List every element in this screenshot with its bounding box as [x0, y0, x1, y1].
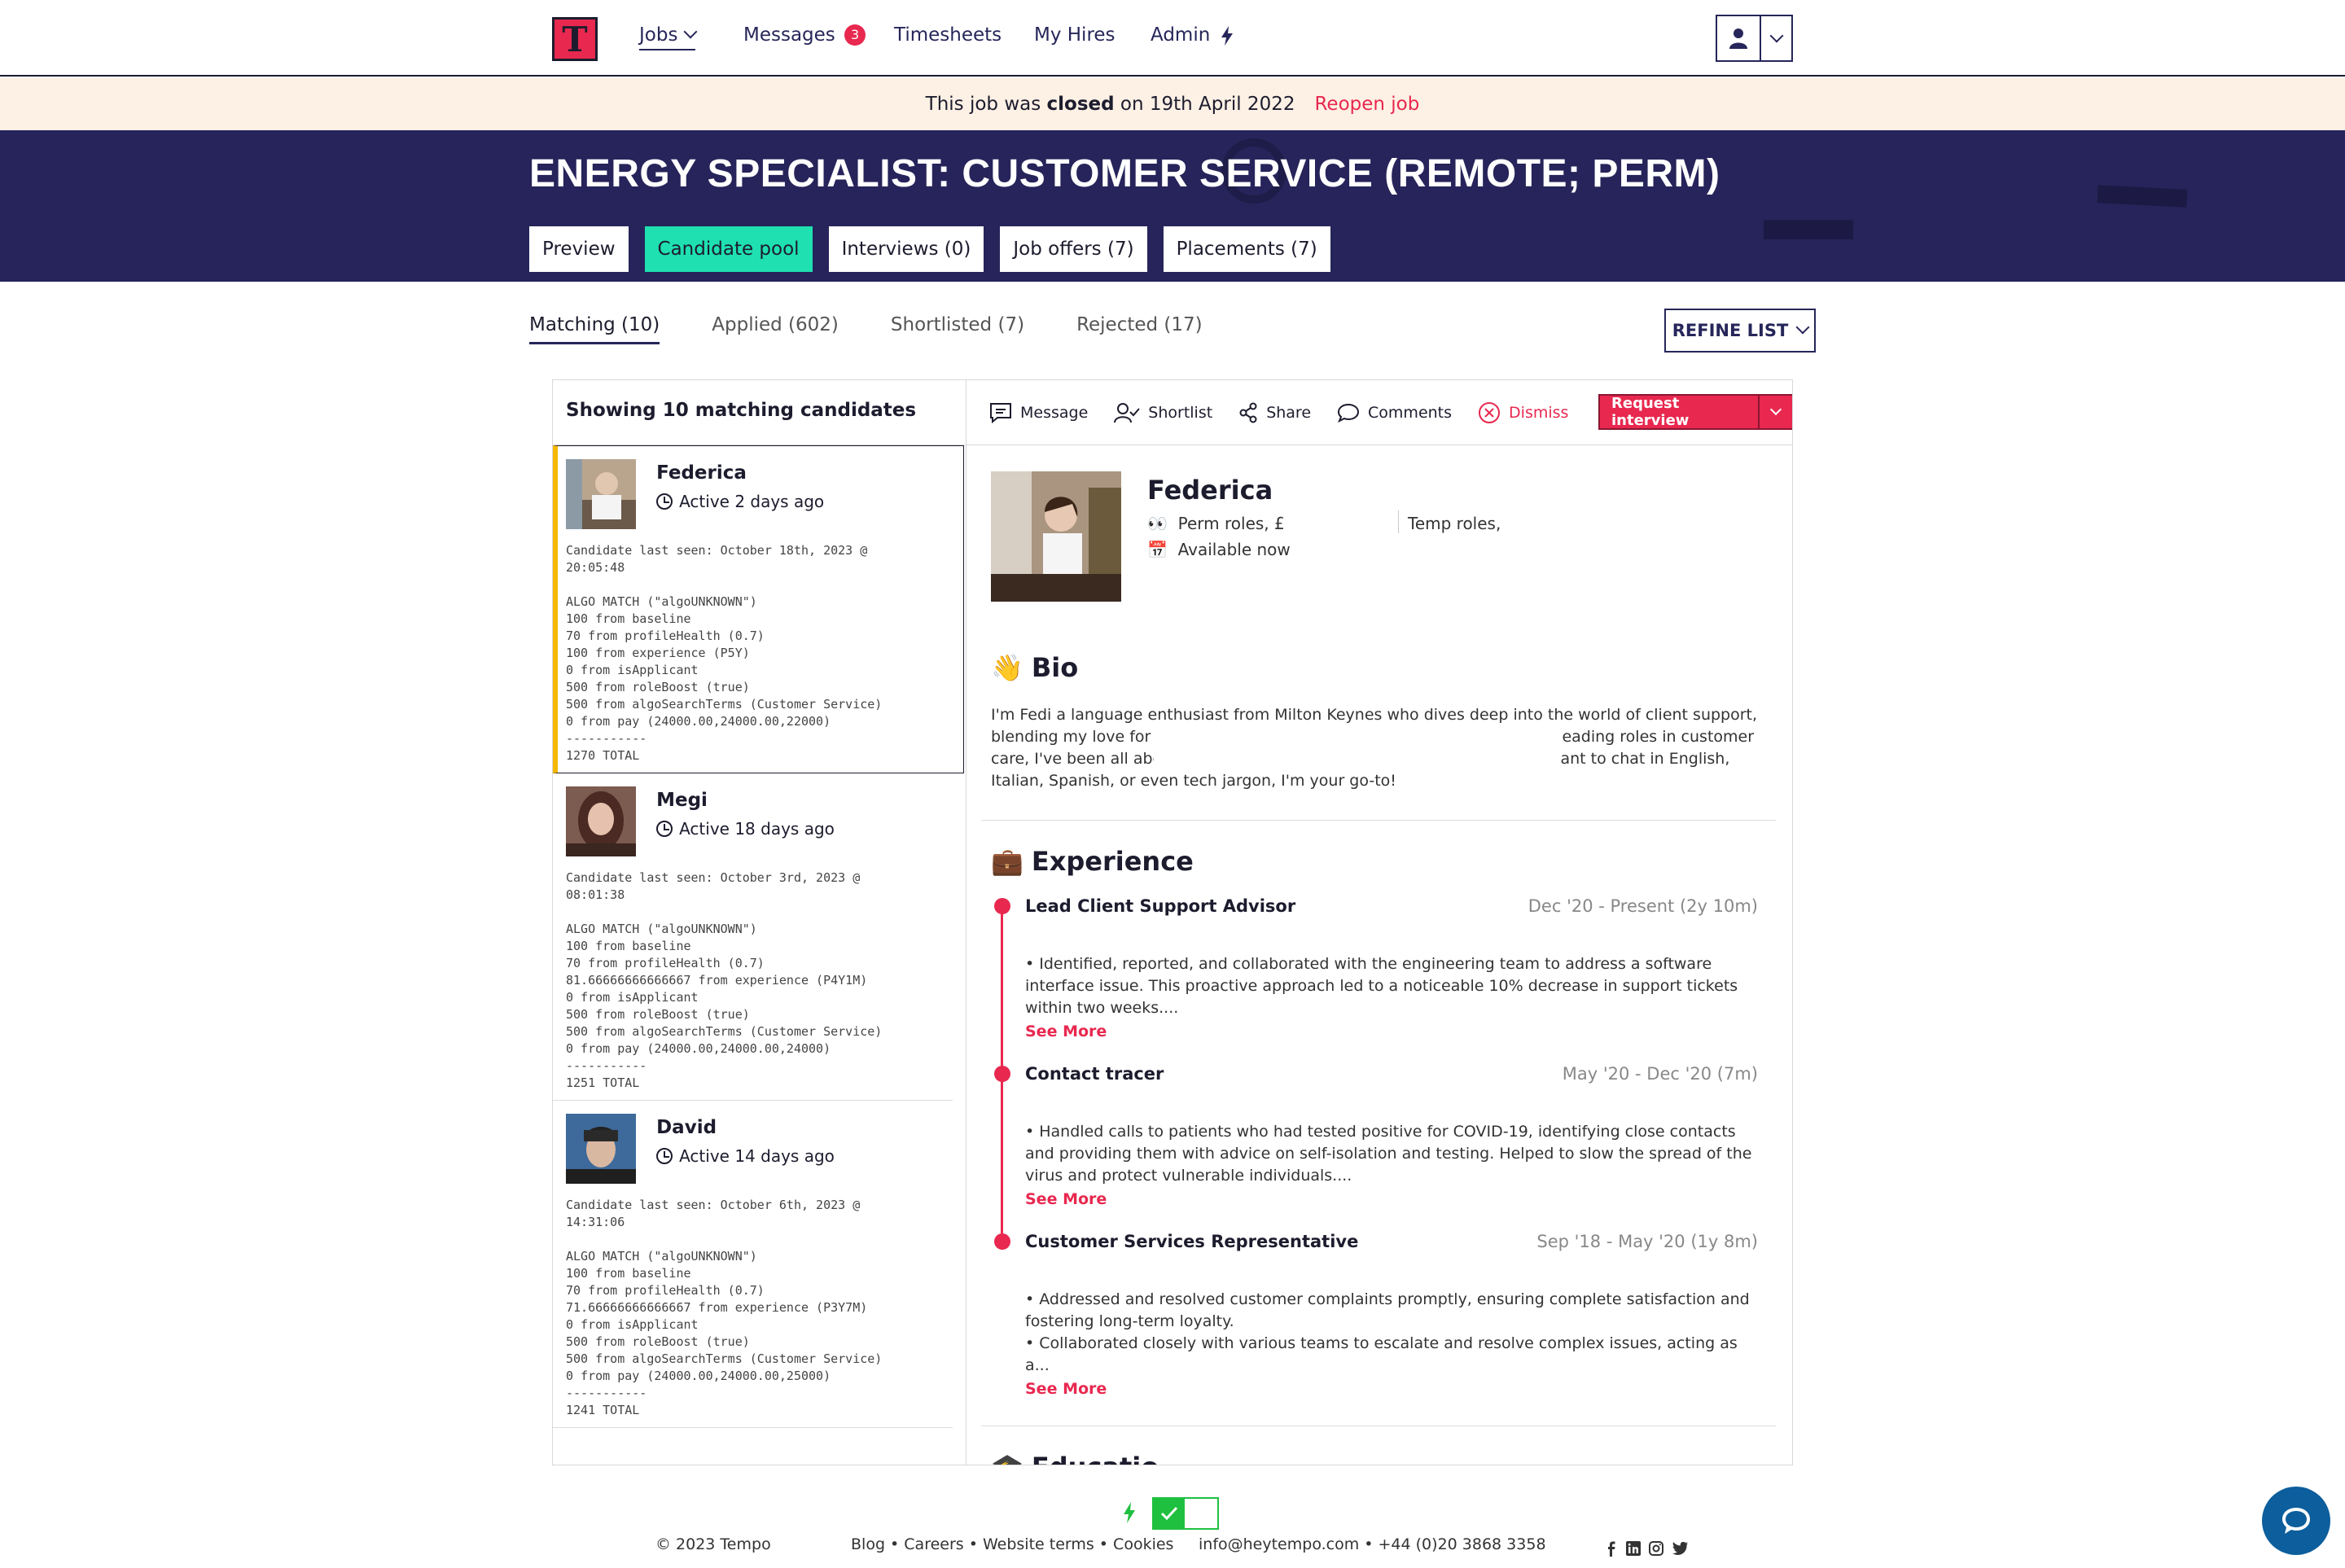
share-button[interactable]: Share [1238, 402, 1311, 423]
last-active: Active 18 days ago [679, 819, 835, 839]
reopen-job-link[interactable]: Reopen job [1314, 94, 1419, 115]
experience-item: Customer Services Representative Sep '18… [994, 1232, 1758, 1398]
tab-placements[interactable]: Placements (7) [1163, 226, 1330, 272]
job-header: ENERGY SPECIALIST: CUSTOMER SERVICE (REM… [0, 130, 2345, 282]
job-title: ENERGY SPECIALIST: CUSTOMER SERVICE (REM… [529, 152, 1720, 195]
twitter-icon[interactable] [1671, 1540, 1689, 1557]
candidate-panel: Showing 10 matching candidates Federica … [552, 379, 1793, 1465]
list-heading: Showing 10 matching candidates [553, 380, 966, 445]
subtab-applied[interactable]: Applied (602) [712, 314, 839, 344]
social-links [1604, 1540, 1689, 1557]
chat-launcher[interactable] [2262, 1487, 2330, 1555]
request-interview-group: Request interview [1598, 394, 1792, 430]
subtab-matching[interactable]: Matching (10) [529, 314, 660, 344]
profile-name: Federica [1147, 475, 1273, 506]
comment-icon [1338, 403, 1360, 423]
candidate-name: Federica [656, 462, 747, 484]
candidate-detail: Message Shortlist Share Comments Dismiss… [966, 380, 1792, 1465]
facebook-icon[interactable] [1604, 1540, 1619, 1557]
nav-messages[interactable]: Messages 3 [743, 24, 866, 47]
algo-debug: Candidate last seen: October 3rd, 2023 @… [566, 870, 883, 1090]
wave-icon: 👋 [991, 652, 1023, 683]
tab-candidate-pool[interactable]: Candidate pool [644, 226, 813, 272]
algo-debug: Candidate last seen: October 18th, 2023 … [566, 543, 883, 763]
feature-toggle[interactable] [1152, 1497, 1219, 1530]
last-active: Active 14 days ago [679, 1146, 835, 1166]
availability: 📅 Available now [1147, 540, 1291, 559]
tab-interviews[interactable]: Interviews (0) [828, 226, 984, 272]
nav-my-hires[interactable]: My Hires [1034, 24, 1116, 46]
candidate-name: Megi [656, 790, 708, 811]
share-icon [1239, 402, 1257, 423]
user-check-icon [1114, 402, 1141, 423]
candidate-card[interactable]: Megi Active 18 days ago Candidate last s… [553, 773, 953, 1101]
footer-contact[interactable]: info@heytempo.com • +44 (0)20 3868 3358 [1199, 1535, 1546, 1553]
bio-heading: 👋 Bio [991, 652, 1079, 683]
refine-list-button[interactable]: REFINE LIST [1664, 309, 1816, 353]
account-dropdown-chevron[interactable] [1761, 16, 1791, 60]
nav-admin[interactable]: Admin [1151, 24, 1234, 46]
experience-item: Lead Client Support Advisor Dec '20 - Pr… [994, 896, 1758, 1040]
candidate-avatar [566, 786, 636, 856]
footer-links[interactable]: Blog • Careers • Website terms • Cookies [851, 1535, 1173, 1553]
request-interview-dropdown[interactable] [1760, 396, 1792, 428]
chevron-down-icon [683, 24, 698, 39]
subtab-shortlisted[interactable]: Shortlisted (7) [891, 314, 1024, 344]
dismiss-button[interactable]: Dismiss [1478, 401, 1568, 424]
tab-job-offers[interactable]: Job offers (7) [1000, 226, 1147, 272]
candidate-card[interactable]: Federica Active 2 days ago Candidate las… [553, 445, 964, 773]
clock-icon [656, 1148, 673, 1164]
comments-button[interactable]: Comments [1337, 402, 1452, 423]
bolt-icon [1221, 25, 1233, 46]
account-menu[interactable] [1716, 15, 1793, 62]
request-interview-button[interactable]: Request interview [1600, 395, 1760, 429]
profile-photo [991, 471, 1121, 602]
temp-roles: Temp roles, [1408, 514, 1501, 533]
algo-debug: Candidate last seen: October 6th, 2023 @… [566, 1198, 883, 1417]
subtab-rejected[interactable]: Rejected (17) [1076, 314, 1203, 344]
experience-heading: 💼 Experience [991, 846, 1194, 877]
instagram-icon[interactable] [1648, 1540, 1664, 1557]
candidate-list[interactable]: Showing 10 matching candidates Federica … [553, 380, 966, 1465]
check-icon [1160, 1506, 1178, 1521]
message-button[interactable]: Message [989, 402, 1088, 423]
candidate-toolbar: Message Shortlist Share Comments Dismiss… [966, 380, 1792, 445]
unread-badge: 3 [844, 24, 866, 46]
education-heading: 🎓Educatio [991, 1452, 1159, 1465]
chat-icon [2282, 1508, 2310, 1534]
top-nav: T Jobs Messages 3 Timesheets My Hires Ad… [0, 0, 2345, 77]
nav-timesheets[interactable]: Timesheets [894, 24, 1002, 46]
see-more-link[interactable]: See More [1025, 1380, 1758, 1398]
close-circle-icon [1479, 401, 1501, 423]
candidate-avatar [566, 1114, 636, 1184]
footer-copyright: © 2023 Tempo [655, 1535, 771, 1553]
job-closed-banner: This job was closed on 19th April 2022 R… [0, 78, 2345, 130]
message-icon [990, 402, 1011, 423]
graduation-cap-icon: 🎓 [991, 1452, 1023, 1465]
candidate-name: David [656, 1117, 717, 1138]
nav-jobs[interactable]: Jobs [639, 24, 698, 50]
clock-icon [656, 821, 673, 837]
see-more-link[interactable]: See More [1025, 1023, 1758, 1040]
tempo-logo[interactable]: T [552, 17, 598, 61]
clock-icon [656, 493, 673, 510]
bolt-icon [1124, 1502, 1135, 1523]
tab-preview[interactable]: Preview [529, 226, 629, 272]
candidate-card[interactable]: David Active 14 days ago Candidate last … [553, 1101, 953, 1428]
candidate-avatar [566, 459, 636, 529]
experience-item: Contact tracer May '20 - Dec '20 (7m) • … [994, 1064, 1758, 1208]
shortlist-button[interactable]: Shortlist [1114, 402, 1212, 423]
briefcase-icon: 💼 [991, 846, 1023, 877]
user-icon[interactable] [1717, 16, 1761, 60]
last-active: Active 2 days ago [679, 492, 825, 511]
linkedin-icon[interactable] [1625, 1540, 1642, 1557]
see-more-link[interactable]: See More [1025, 1190, 1758, 1208]
perm-roles: 👀 Perm roles, £ [1147, 514, 1285, 533]
